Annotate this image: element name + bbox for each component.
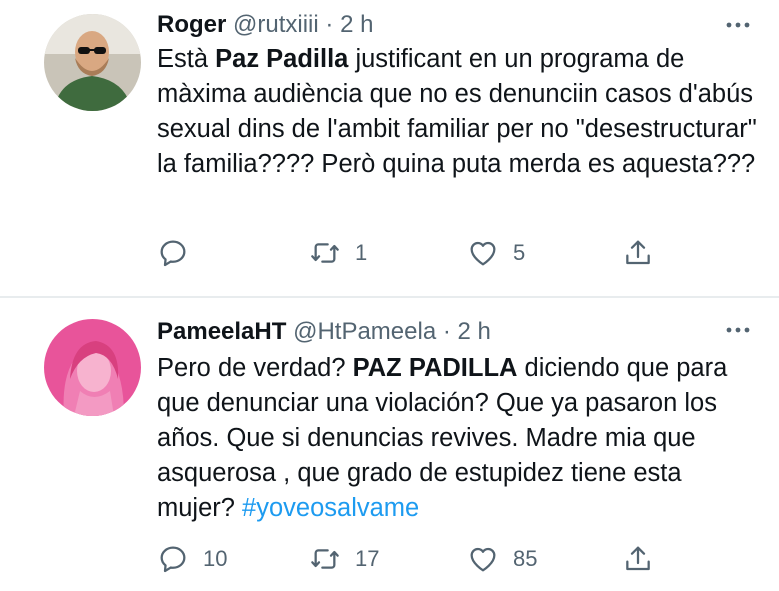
like-count: 5 [513,240,526,265]
display-name[interactable]: Roger [157,11,226,38]
separator: · [442,318,451,345]
like-count: 85 [513,546,538,571]
tweet-header: PameelaHT @HtPameela · 2 h [157,318,491,346]
reply-count: 10 [203,546,228,571]
avatar[interactable] [44,14,141,111]
retweet-button[interactable]: 1 [309,236,367,270]
tweet-text: Està Paz Padilla justificant en un progr… [157,42,757,182]
reply-icon [160,240,186,267]
separator: · [325,11,334,38]
tweet-actions: 1 5 [157,236,677,270]
like-icon [470,547,496,572]
like-button[interactable]: 85 [467,542,537,576]
tweet-actions: 10 17 85 [157,542,677,576]
tweet-text: Pero de verdad? PAZ PADILLA diciendo que… [157,351,757,526]
display-name[interactable]: PameelaHT [157,318,286,345]
tweet[interactable]: PameelaHT @HtPameela · 2 h Pero de verda… [0,299,779,591]
like-button[interactable]: 5 [467,236,525,270]
tweet-text-part: Està [157,45,216,73]
user-handle[interactable]: @rutxiiii [233,11,319,38]
tweet-header: Roger @rutxiiii · 2 h [157,11,373,39]
tweet-text-bold: PAZ PADILLA [352,354,518,382]
timestamp[interactable]: 2 h [340,11,373,38]
reply-button[interactable] [157,236,203,270]
retweet-icon [311,549,339,569]
tweet[interactable]: Roger @rutxiiii · 2 h Està Paz Padilla j… [0,0,779,292]
avatar-image [44,14,141,111]
tweet-text-part: Pero de verdad? [157,354,353,382]
more-icon[interactable] [725,12,751,38]
share-icon [626,240,650,265]
share-button[interactable] [622,236,654,270]
avatar-image [44,319,141,416]
retweet-count: 17 [355,546,380,571]
tweet-divider [0,296,779,298]
timestamp[interactable]: 2 h [458,318,491,345]
user-handle[interactable]: @HtPameela [293,318,436,345]
retweet-icon [311,243,339,263]
share-icon [626,546,650,571]
retweet-count: 1 [355,240,368,265]
retweet-button[interactable]: 17 [309,542,379,576]
avatar[interactable] [44,319,141,416]
reply-button[interactable]: 10 [157,542,227,576]
reply-icon [160,546,186,573]
hashtag-link[interactable]: #yoveosalvame [242,494,419,522]
more-icon[interactable] [725,317,751,343]
like-icon [470,241,496,266]
share-button[interactable] [622,542,654,576]
tweet-text-bold: Paz Padilla [215,45,349,73]
